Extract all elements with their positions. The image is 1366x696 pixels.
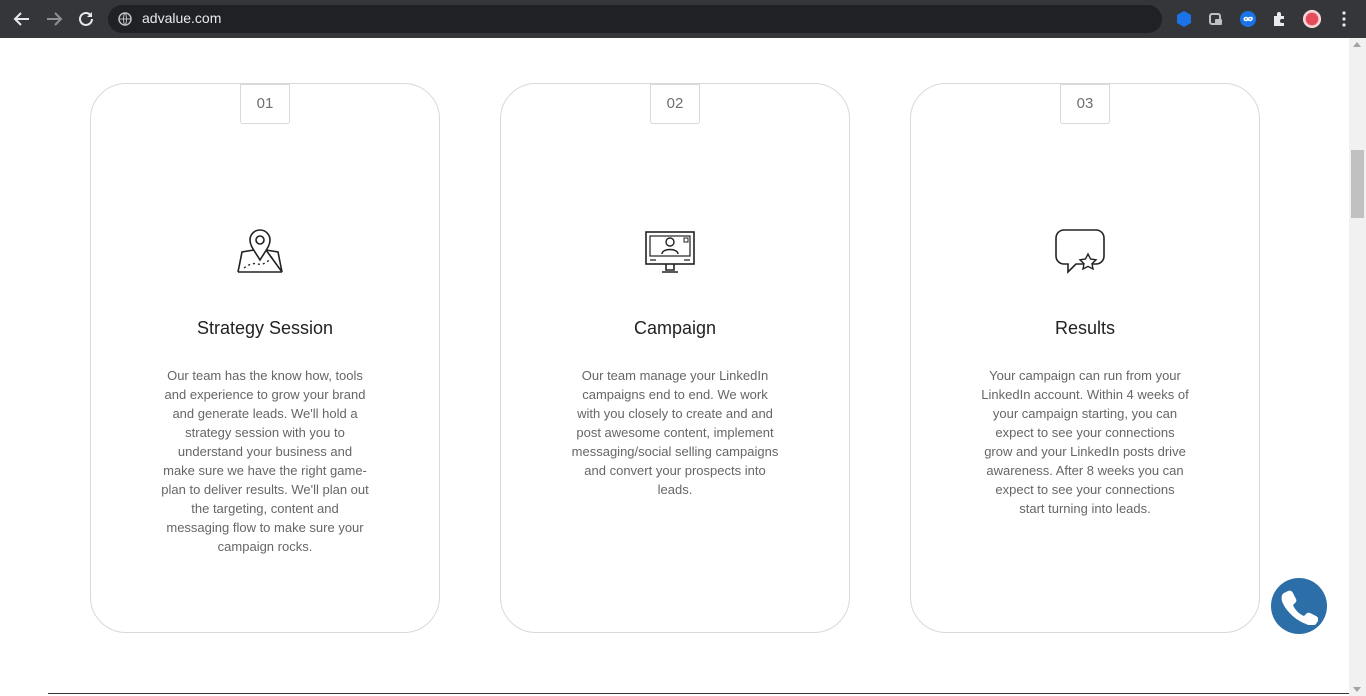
step-card: 03 Results Your campaign can run from yo…	[910, 83, 1260, 633]
step-title: Strategy Session	[196, 318, 334, 338]
scrollbar-thumb[interactable]	[1351, 150, 1364, 218]
browser-toolbar: advalue.com	[0, 0, 1366, 38]
call-button[interactable]	[1271, 578, 1327, 634]
arrow-left-icon	[13, 12, 29, 26]
reload-button[interactable]	[74, 7, 98, 31]
puzzle-icon	[1274, 12, 1284, 26]
phone-icon	[1281, 590, 1318, 625]
step-number: 03	[1060, 84, 1110, 124]
step-description: Our team has the know how, tools and exp…	[161, 368, 369, 554]
step-card: 02 Campaign Our team manage your LinkedI…	[500, 83, 850, 633]
extension-button[interactable]	[1206, 9, 1226, 29]
arrow-right-icon	[47, 12, 63, 26]
map-pin-icon	[237, 229, 283, 273]
extensions-menu-button[interactable]	[1270, 9, 1290, 29]
site-info-icon[interactable]	[118, 12, 132, 26]
page-content: 01 Strategy Session Our team has the kno…	[0, 38, 1349, 696]
url-text: advalue.com	[142, 10, 222, 26]
step-card: 01 Strategy Session Our team has the kno…	[90, 83, 440, 633]
step-number: 01	[240, 84, 290, 124]
page-scrollbar[interactable]	[1349, 38, 1366, 696]
extension-infinity-icon	[1240, 11, 1256, 27]
monitor-user-icon	[645, 231, 695, 273]
extension-button[interactable]	[1238, 9, 1258, 29]
back-button[interactable]	[10, 7, 34, 31]
address-bar[interactable]: advalue.com	[108, 5, 1162, 33]
step-title: Campaign	[633, 318, 717, 338]
profile-button[interactable]	[1302, 9, 1322, 29]
extension-blue-icon	[1177, 11, 1191, 27]
step-title: Results	[1054, 318, 1116, 338]
step-description: Our team manage your LinkedIn campaigns …	[571, 368, 779, 497]
extension-grey-icon	[1209, 13, 1222, 25]
scroll-down-arrow-icon[interactable]	[1353, 687, 1361, 692]
profile-avatar	[1302, 9, 1322, 29]
step-number: 02	[650, 84, 700, 124]
chat-star-icon	[1055, 229, 1105, 274]
forward-button[interactable]	[42, 7, 66, 31]
scroll-up-arrow-icon[interactable]	[1353, 42, 1361, 47]
kebab-menu-icon	[1342, 11, 1346, 27]
step-description: Your campaign can run from your LinkedIn…	[981, 368, 1189, 516]
reload-icon	[79, 11, 93, 26]
extension-button[interactable]	[1174, 9, 1194, 29]
browser-menu-button[interactable]	[1334, 9, 1354, 29]
